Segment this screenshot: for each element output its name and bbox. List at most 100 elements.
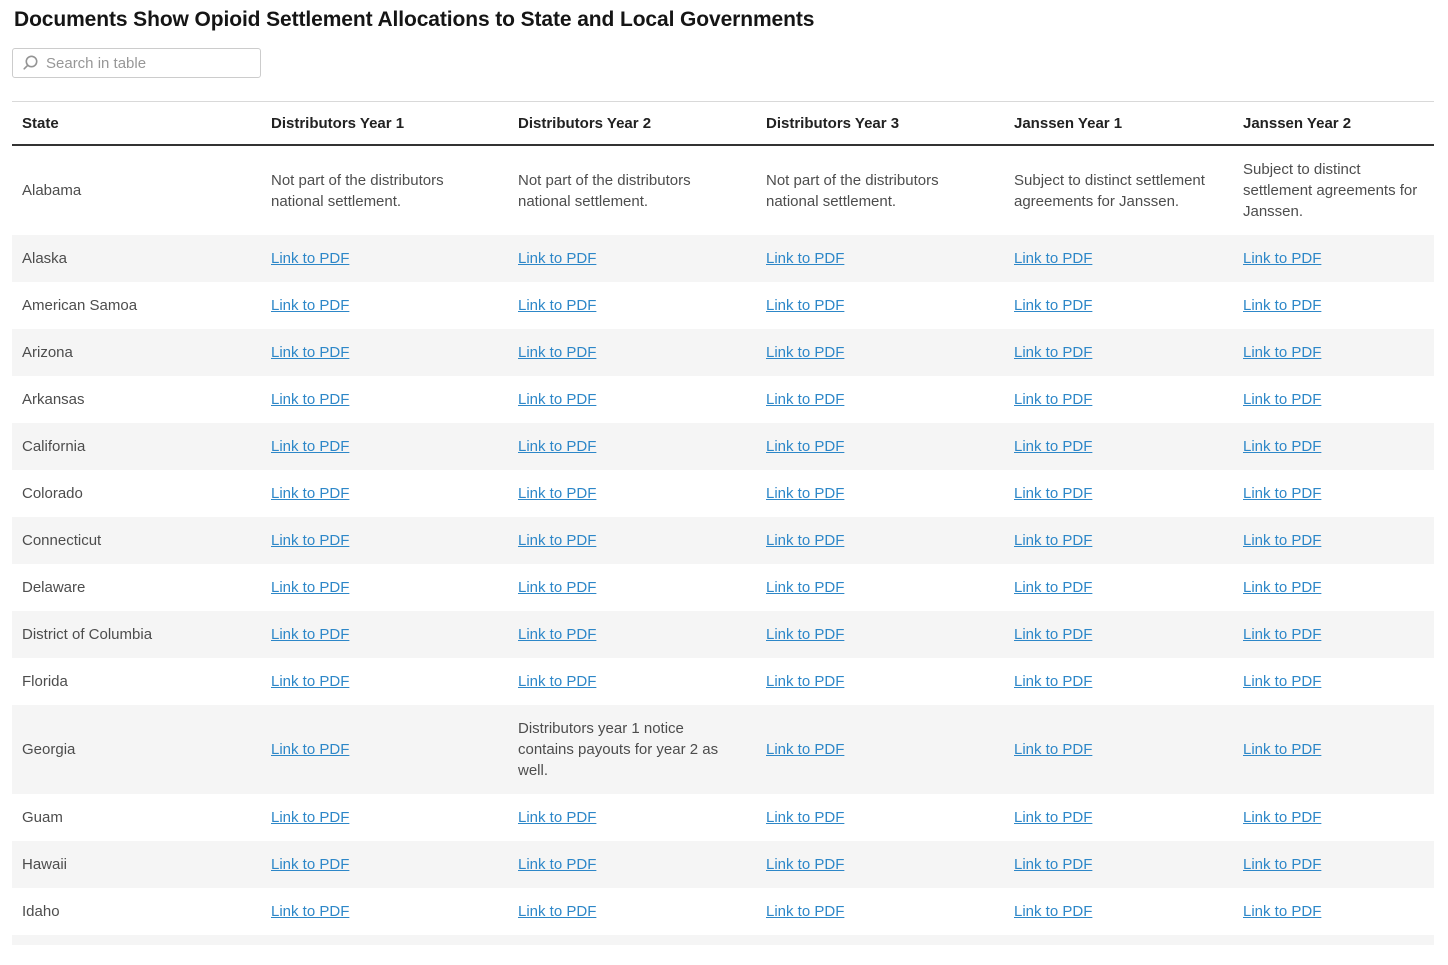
pdf-link[interactable]: Link to PDF bbox=[518, 809, 596, 826]
note-cell: Not part of the distributors national se… bbox=[756, 145, 1004, 235]
pdf-link[interactable]: Link to PDF bbox=[518, 856, 596, 873]
pdf-link[interactable]: Link to PDF bbox=[518, 673, 596, 690]
pdf-link[interactable]: Link to PDF bbox=[271, 809, 349, 826]
pdf-link[interactable]: Link to PDF bbox=[766, 438, 844, 455]
table-row: Colorado Link to PDF Link to PDF Link to PD… bbox=[12, 470, 1434, 517]
pdf-link-cell: Link to PDF bbox=[1233, 470, 1434, 517]
pdf-link-cell: Link to PDF bbox=[756, 658, 1004, 705]
pdf-link-cell: Link to PDF bbox=[1233, 888, 1434, 935]
pdf-link[interactable]: Link to PDF bbox=[1014, 579, 1092, 596]
pdf-link[interactable]: Link to PDF bbox=[766, 626, 844, 643]
pdf-link[interactable]: Link to PDF bbox=[1243, 344, 1321, 361]
pdf-link[interactable]: Link to PDF bbox=[518, 532, 596, 549]
pdf-link[interactable]: Link to PDF bbox=[518, 485, 596, 502]
pdf-link[interactable]: Link to PDF bbox=[766, 532, 844, 549]
pdf-link[interactable]: Link to PDF bbox=[271, 485, 349, 502]
pdf-link[interactable]: Link to PDF bbox=[1014, 297, 1092, 314]
pdf-link-cell: Link to PDF bbox=[261, 841, 508, 888]
pdf-link[interactable]: Link to PDF bbox=[766, 579, 844, 596]
pdf-link[interactable]: Link to PDF bbox=[1014, 626, 1092, 643]
pdf-link[interactable]: Link to PDF bbox=[1243, 250, 1321, 267]
state-cell: California bbox=[12, 423, 261, 470]
table-row: ArkansasLink to PDFLink to PDFLink to PD… bbox=[12, 376, 1434, 423]
pdf-link-cell: Link to PDF bbox=[261, 794, 508, 841]
pdf-link[interactable]: Link to PDF bbox=[271, 626, 349, 643]
pdf-link[interactable]: Link to PDF bbox=[1014, 344, 1092, 361]
search-input[interactable] bbox=[46, 55, 252, 72]
pdf-link[interactable]: Link to PDF bbox=[1014, 741, 1092, 758]
pdf-link[interactable]: Link to PDF bbox=[271, 532, 349, 549]
pdf-link[interactable]: Link to PDF bbox=[766, 903, 844, 920]
state-cell: Colorado bbox=[12, 470, 261, 517]
pdf-link[interactable]: Link to PDF bbox=[766, 250, 844, 267]
pdf-link[interactable]: Link to PDF bbox=[1243, 741, 1321, 758]
state-cell: American Samoa bbox=[12, 282, 261, 329]
pdf-link[interactable]: Link to PDF bbox=[518, 903, 596, 920]
pdf-link-cell: Link to PDF bbox=[1004, 841, 1233, 888]
pdf-link[interactable]: Link to PDF bbox=[766, 809, 844, 826]
pdf-link[interactable]: Link to PDF bbox=[766, 344, 844, 361]
pdf-link[interactable]: Link to PDF bbox=[1014, 809, 1092, 826]
pdf-link[interactable]: Link to PDF bbox=[271, 438, 349, 455]
pdf-link[interactable]: Link to PDF bbox=[1014, 903, 1092, 920]
pdf-link[interactable]: Link to PDF bbox=[1243, 391, 1321, 408]
pdf-link[interactable]: Link to PDF bbox=[1243, 856, 1321, 873]
pdf-link[interactable]: Link to PDF bbox=[271, 856, 349, 873]
search-box[interactable] bbox=[12, 48, 261, 78]
pdf-link-cell: Link to PDF bbox=[261, 329, 508, 376]
pdf-link-cell: Link to PDF bbox=[508, 329, 756, 376]
pdf-link[interactable]: Link to PDF bbox=[518, 297, 596, 314]
pdf-link-cell: Link to PDF bbox=[1233, 658, 1434, 705]
pdf-link[interactable]: Link to PDF bbox=[766, 856, 844, 873]
pdf-link[interactable]: Link to PDF bbox=[766, 297, 844, 314]
pdf-link[interactable]: Link to PDF bbox=[518, 391, 596, 408]
pdf-link[interactable]: Link to PDF bbox=[1014, 856, 1092, 873]
pdf-link[interactable]: Link to PDF bbox=[518, 438, 596, 455]
table-row: AlabamaNot part of the distributors nati… bbox=[12, 145, 1434, 235]
pdf-link-cell: Link to PDF bbox=[1233, 794, 1434, 841]
pdf-link[interactable]: Link to PDF bbox=[1014, 485, 1092, 502]
pdf-link[interactable]: Link to PDF bbox=[1243, 809, 1321, 826]
pdf-link[interactable]: Link to PDF bbox=[1014, 250, 1092, 267]
pdf-link[interactable]: Link to PDF bbox=[271, 741, 349, 758]
pdf-link[interactable]: Link to PDF bbox=[271, 344, 349, 361]
pdf-link[interactable]: Link to PDF bbox=[1243, 297, 1321, 314]
pdf-link-cell: Link to PDF bbox=[508, 282, 756, 329]
pdf-link[interactable]: Link to PDF bbox=[518, 579, 596, 596]
note-cell: Distributors year 1 notice contains payo… bbox=[508, 705, 756, 794]
pdf-link[interactable]: Link to PDF bbox=[766, 741, 844, 758]
page-title: Documents Show Opioid Settlement Allocat… bbox=[14, 8, 1434, 32]
pdf-link[interactable]: Link to PDF bbox=[1014, 673, 1092, 690]
pdf-link[interactable]: Link to PDF bbox=[271, 250, 349, 267]
pdf-link[interactable]: Link to PDF bbox=[1243, 579, 1321, 596]
pdf-link[interactable]: Link to PDF bbox=[271, 903, 349, 920]
pdf-link[interactable]: Link to PDF bbox=[1014, 391, 1092, 408]
pdf-link[interactable]: Link to PDF bbox=[1014, 438, 1092, 455]
pdf-link[interactable]: Link to PDF bbox=[1243, 532, 1321, 549]
pdf-link[interactable]: Link to PDF bbox=[1243, 673, 1321, 690]
pdf-link[interactable]: Link to PDF bbox=[518, 344, 596, 361]
pdf-link-cell: Link to PDF bbox=[756, 235, 1004, 282]
pdf-link[interactable]: Link to PDF bbox=[1243, 485, 1321, 502]
note-cell: Not part of the distributors national se… bbox=[261, 145, 508, 235]
pdf-link-cell: Link to PDF bbox=[261, 423, 508, 470]
table-row: GeorgiaLink to PDFDistributors year 1 no… bbox=[12, 705, 1434, 794]
table-row: AlaskaLink to PDFLink to PDFLink to PDFL… bbox=[12, 235, 1434, 282]
pdf-link[interactable]: Link to PDF bbox=[1243, 626, 1321, 643]
pdf-link-cell: Link to PDF bbox=[508, 888, 756, 935]
pdf-link[interactable]: Link to PDF bbox=[1014, 532, 1092, 549]
pdf-link-cell: Link to PDF bbox=[508, 376, 756, 423]
pdf-link[interactable]: Link to PDF bbox=[271, 579, 349, 596]
settlements-table: State Distributors Year 1 Distributors Y… bbox=[12, 101, 1434, 935]
pdf-link[interactable]: Link to PDF bbox=[518, 250, 596, 267]
pdf-link[interactable]: Link to PDF bbox=[1243, 438, 1321, 455]
pdf-link[interactable]: Link to PDF bbox=[1243, 903, 1321, 920]
pdf-link[interactable]: Link to PDF bbox=[271, 297, 349, 314]
pdf-link[interactable]: Link to PDF bbox=[766, 485, 844, 502]
pdf-link-cell: Link to PDF bbox=[508, 611, 756, 658]
pdf-link[interactable]: Link to PDF bbox=[766, 391, 844, 408]
pdf-link[interactable]: Link to PDF bbox=[518, 626, 596, 643]
pdf-link[interactable]: Link to PDF bbox=[271, 391, 349, 408]
pdf-link[interactable]: Link to PDF bbox=[271, 673, 349, 690]
pdf-link[interactable]: Link to PDF bbox=[766, 673, 844, 690]
